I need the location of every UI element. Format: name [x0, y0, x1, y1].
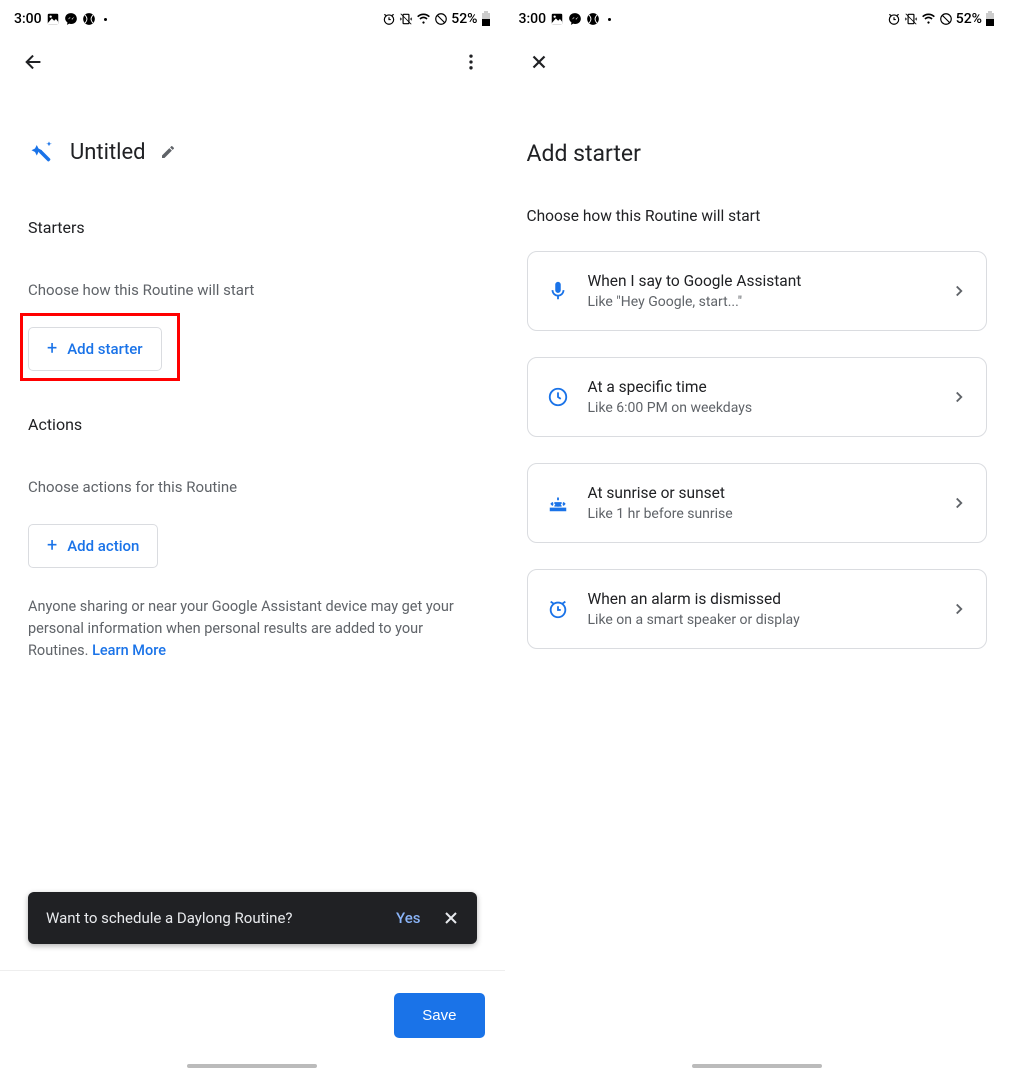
status-bar: 3:00 52% — [0, 4, 505, 34]
back-button[interactable] — [20, 48, 48, 76]
edit-title-button[interactable] — [160, 144, 176, 160]
option-title: When I say to Google Assistant — [588, 272, 933, 290]
overflow-menu-button[interactable] — [457, 48, 485, 76]
screen-add-starter: 3:00 52% Add starter Choose how this Rou… — [505, 0, 1009, 1080]
clock-icon — [546, 385, 570, 409]
vibrate-icon — [399, 12, 413, 26]
wifi-icon — [921, 12, 936, 26]
page-title: Add starter — [527, 140, 988, 167]
privacy-notice: Anyone sharing or near your Google Assis… — [28, 596, 477, 661]
starter-option-time[interactable]: At a specific time Like 6:00 PM on weekd… — [527, 357, 988, 437]
close-button[interactable] — [525, 48, 553, 76]
starter-option-alarm[interactable]: When an alarm is dismissed Like on a sma… — [527, 569, 988, 649]
no-signal-icon — [939, 12, 953, 26]
actions-subtitle: Choose actions for this Routine — [28, 478, 477, 496]
alarm-icon — [382, 12, 396, 26]
actions-header: Actions — [28, 415, 477, 434]
screen-routine-editor: 3:00 52% Untitled — [0, 0, 505, 1080]
chevron-right-icon — [950, 494, 968, 512]
daylong-routine-snackbar: Want to schedule a Daylong Routine? Yes — [28, 892, 477, 944]
battery-percent: 52% — [451, 11, 477, 27]
navigation-bar-indicator[interactable] — [187, 1064, 317, 1068]
add-starter-button[interactable]: + Add starter — [28, 327, 162, 371]
vibrate-icon — [904, 12, 918, 26]
battery-percent: 52% — [956, 11, 982, 27]
more-notifications-icon — [608, 18, 611, 21]
magic-wand-icon — [28, 138, 56, 166]
option-subtitle: Like "Hey Google, start..." — [588, 294, 933, 310]
option-subtitle: Like 6:00 PM on weekdays — [588, 400, 933, 416]
option-title: At sunrise or sunset — [588, 484, 933, 502]
app-bar — [505, 40, 1009, 84]
baseball-icon — [586, 12, 600, 26]
add-action-button[interactable]: + Add action — [28, 524, 158, 568]
starter-option-sun[interactable]: At sunrise or sunset Like 1 hr before su… — [527, 463, 988, 543]
plus-icon: + — [47, 537, 57, 555]
plus-icon: + — [47, 340, 57, 358]
image-icon — [46, 12, 60, 26]
baseball-icon — [82, 12, 96, 26]
battery-icon — [481, 11, 491, 27]
page-subtitle: Choose how this Routine will start — [527, 207, 988, 225]
option-subtitle: Like 1 hr before sunrise — [588, 506, 933, 522]
routine-title: Untitled — [70, 140, 146, 165]
app-bar — [0, 40, 505, 84]
battery-icon — [985, 11, 995, 27]
messenger-icon — [568, 12, 582, 26]
status-bar: 3:00 52% — [505, 4, 1009, 34]
snackbar-close-button[interactable] — [435, 908, 467, 928]
starters-subtitle: Choose how this Routine will start — [28, 281, 477, 299]
add-starter-label: Add starter — [67, 340, 142, 358]
no-signal-icon — [434, 12, 448, 26]
snackbar-yes-button[interactable]: Yes — [382, 909, 434, 927]
navigation-bar-indicator[interactable] — [692, 1064, 822, 1068]
messenger-icon — [64, 12, 78, 26]
wifi-icon — [416, 12, 431, 26]
sunrise-icon — [546, 491, 570, 515]
learn-more-link[interactable]: Learn More — [92, 642, 166, 659]
add-action-label: Add action — [67, 537, 139, 555]
chevron-right-icon — [950, 388, 968, 406]
chevron-right-icon — [950, 282, 968, 300]
starters-header: Starters — [28, 218, 477, 237]
status-time: 3:00 — [14, 11, 42, 27]
status-time: 3:00 — [519, 11, 547, 27]
microphone-icon — [546, 279, 570, 303]
snackbar-text: Want to schedule a Daylong Routine? — [46, 909, 382, 927]
alarm-dismissed-icon — [546, 597, 570, 621]
starter-option-voice[interactable]: When I say to Google Assistant Like "Hey… — [527, 251, 988, 331]
option-title: When an alarm is dismissed — [588, 590, 933, 608]
option-title: At a specific time — [588, 378, 933, 396]
routine-title-row: Untitled — [28, 138, 477, 166]
save-button[interactable]: Save — [394, 993, 484, 1038]
alarm-icon — [887, 12, 901, 26]
more-notifications-icon — [104, 18, 107, 21]
option-subtitle: Like on a smart speaker or display — [588, 612, 933, 628]
image-icon — [550, 12, 564, 26]
chevron-right-icon — [950, 600, 968, 618]
